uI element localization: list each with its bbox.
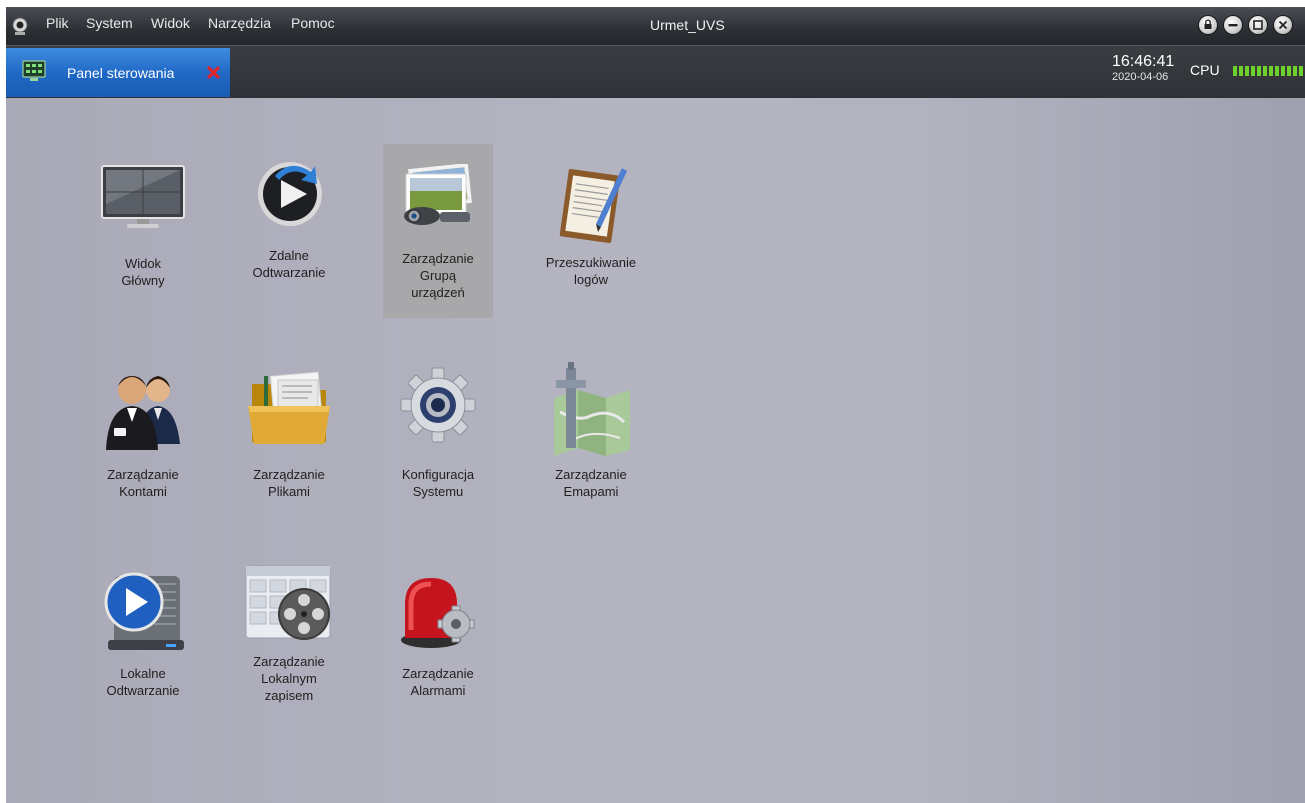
tile-label-line1: Zarządzanie [555, 467, 627, 482]
maximize-button[interactable] [1249, 16, 1267, 34]
tile-label-line3: zapisem [264, 688, 314, 703]
tile-label-line2: logów [574, 272, 608, 287]
local-playback-icon [104, 572, 184, 650]
minimize-icon [1228, 24, 1238, 27]
tab-bar: Panel sterowania 16:46:41 2020-04-06 CPU [6, 45, 1305, 99]
tile-label-line1: Zarządzanie [107, 467, 179, 482]
window-title: Urmet_UVS [650, 17, 725, 33]
folder-icon [248, 371, 330, 444]
close-window-button[interactable] [1274, 16, 1292, 34]
menu-help[interactable]: Pomoc [291, 15, 335, 31]
tile-label-line1: Zarządzanie [402, 251, 474, 266]
tile-label-line2: Alarmami [410, 683, 466, 698]
minimize-button[interactable] [1224, 16, 1242, 34]
cpu-label: CPU [1190, 62, 1220, 78]
tile-local-recording-management[interactable]: Zarządzanie Lokalnym zapisem [234, 560, 344, 720]
clock-time: 16:46:41 [1112, 53, 1175, 70]
control-panel-icon [22, 60, 46, 81]
tile-label-line2: Główny [121, 273, 165, 288]
tile-label-line2: Lokalnym [261, 671, 317, 686]
menu-view[interactable]: Widok [151, 15, 190, 31]
close-icon [1278, 20, 1288, 30]
menu-tools[interactable]: Narzędzia [208, 15, 271, 31]
tile-label-line1: Przeszukiwanie [545, 255, 637, 270]
log-search-icon [559, 168, 627, 244]
tile-file-management[interactable]: Zarządzanie Plikami [234, 356, 344, 506]
emap-icon [554, 362, 630, 456]
lock-icon [1204, 19, 1212, 29]
alarm-icon [401, 578, 475, 648]
tile-label-line1: Zdalne [269, 248, 309, 263]
tile-system-configuration[interactable]: Konfiguracja Systemu [383, 356, 493, 506]
tile-local-playback[interactable]: Lokalne Odtwarzanie [88, 560, 198, 710]
tile-label-line1: Lokalne [120, 666, 166, 681]
app-logo-icon[interactable] [10, 16, 30, 36]
cpu-meter [1233, 66, 1305, 76]
monitor-icon [101, 165, 185, 228]
tab-close-icon[interactable] [207, 66, 220, 79]
remote-playback-icon [258, 162, 322, 226]
tile-label-line2: Emapami [563, 484, 619, 499]
tile-label-line2: Grupą [419, 268, 457, 283]
tile-label-line2: Odtwarzanie [252, 265, 326, 280]
tab-control-panel[interactable]: Panel sterowania [6, 48, 230, 97]
tile-main-view[interactable]: Widok Główny [88, 152, 198, 292]
tile-label-line1: Zarządzanie [253, 654, 325, 669]
tile-label-line2: Kontami [119, 484, 167, 499]
tile-remote-playback[interactable]: Zdalne Odtwarzanie [234, 144, 344, 284]
device-group-icon [404, 164, 472, 225]
application-window: Plik System Widok Narzędzia Pomoc Urmet_… [6, 7, 1305, 803]
tile-label-line2: Systemu [412, 484, 464, 499]
gear-icon [400, 367, 476, 443]
tile-emap-management[interactable]: Zarządzanie Emapami [536, 356, 646, 506]
local-record-icon [245, 565, 331, 640]
tile-label-line1: Konfiguracja [401, 467, 475, 482]
maximize-icon [1253, 20, 1263, 30]
tile-alarm-management[interactable]: Zarządzanie Alarmami [383, 560, 493, 710]
tile-label-line1: Widok [124, 256, 162, 271]
tile-device-group-management[interactable]: Zarządzanie Grupą urządzeń [383, 144, 493, 318]
tile-account-management[interactable]: Zarządzanie Kontami [88, 356, 198, 506]
tile-label-line2: Plikami [268, 484, 310, 499]
lock-button[interactable] [1199, 16, 1217, 34]
tile-label-line1: Zarządzanie [402, 666, 474, 681]
menu-system[interactable]: System [86, 15, 133, 31]
tile-label-line1: Zarządzanie [253, 467, 325, 482]
tab-label: Panel sterowania [67, 65, 175, 81]
accounts-icon [106, 376, 180, 450]
tile-log-search[interactable]: Przeszukiwanie logów [536, 154, 646, 294]
menu-bar: Plik System Widok Narzędzia Pomoc Urmet_… [6, 7, 1305, 45]
menu-file[interactable]: Plik [46, 15, 69, 31]
clock-date: 2020-04-06 [1112, 71, 1169, 83]
tile-label-line3: urządzeń [411, 285, 465, 300]
control-panel-area: Widok Główny Zdalne Odtwarzanie Zarządza… [6, 98, 1305, 803]
tile-label-line2: Odtwarzanie [106, 683, 180, 698]
